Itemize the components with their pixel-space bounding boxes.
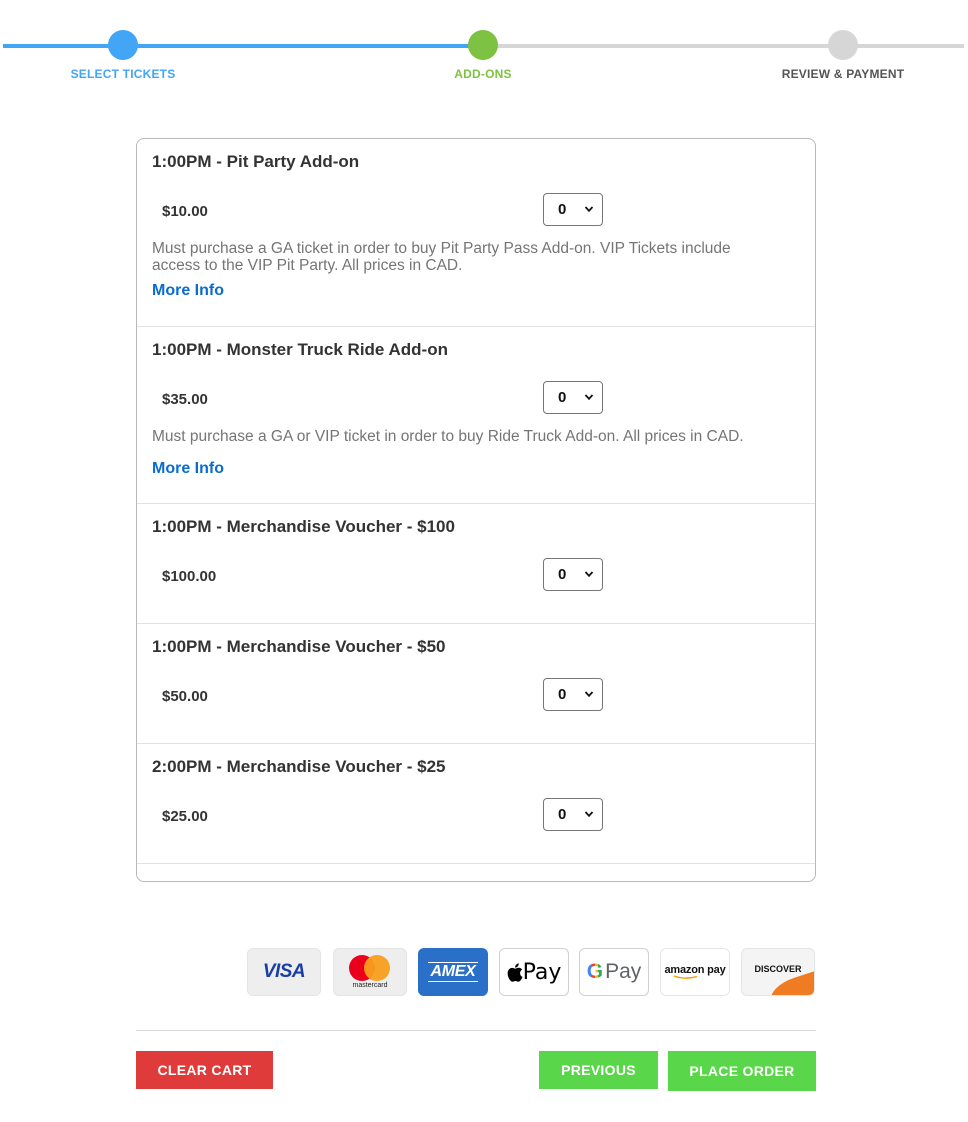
previous-button[interactable]: PREVIOUS [539, 1051, 658, 1089]
addon-item-pit-party: 1:00PM - Pit Party Add-on $10.00 0 Must … [137, 139, 815, 327]
quantity-value: 0 [558, 389, 567, 406]
chevron-down-icon [584, 691, 594, 698]
addon-price: $25.00 [162, 808, 208, 825]
quantity-select[interactable]: 0 [543, 558, 603, 591]
addon-title: 1:00PM - Merchandise Voucher - $50 [152, 637, 446, 656]
footer-divider [136, 1030, 816, 1031]
place-order-button[interactable]: PLACE ORDER [668, 1051, 816, 1091]
step-label-review-payment: REVIEW & PAYMENT [781, 67, 905, 81]
amex-icon: AMEX [418, 948, 488, 996]
quantity-value: 0 [558, 566, 567, 583]
clear-cart-button[interactable]: CLEAR CART [136, 1051, 273, 1089]
step-label-add-ons: ADD-ONS [454, 67, 512, 81]
quantity-select[interactable]: 0 [543, 798, 603, 831]
more-info-link[interactable]: More Info [152, 460, 224, 478]
quantity-value: 0 [558, 201, 567, 218]
discover-logo-text: DISCOVER [754, 964, 802, 974]
chevron-down-icon [584, 394, 594, 401]
step-label-select-tickets[interactable]: SELECT TICKETS [23, 67, 223, 81]
addon-price: $100.00 [162, 568, 217, 585]
quantity-value: 0 [558, 686, 567, 703]
google-g-logo: G [586, 960, 604, 983]
checkout-stepper: SELECT TICKETS ADD-ONS REVIEW & PAYMENT [0, 0, 968, 100]
amazon-pay-icon: amazon pay [660, 948, 730, 996]
mastercard-logo-text: mastercard [352, 982, 388, 989]
addon-price: $10.00 [162, 203, 208, 220]
mastercard-icon: mastercard [333, 948, 407, 996]
quantity-select[interactable]: 0 [543, 678, 603, 711]
step-indicator-review-payment [828, 30, 858, 60]
more-info-link[interactable]: More Info [152, 282, 224, 300]
apple-logo-icon [507, 962, 523, 982]
google-pay-text: Pay [605, 960, 642, 983]
step-indicator-select-tickets[interactable] [108, 30, 138, 60]
amazon-smile-icon [673, 975, 698, 979]
addon-description: Must purchase a GA ticket in order to bu… [152, 240, 731, 274]
addon-title: 1:00PM - Monster Truck Ride Add-on [152, 340, 448, 359]
addon-title: 2:00PM - Merchandise Voucher - $25 [152, 757, 446, 776]
payment-methods: VISA mastercard AMEX Pay G Pay amazon pa… [0, 948, 968, 998]
addon-item-voucher-25: 2:00PM - Merchandise Voucher - $25 $25.0… [137, 744, 815, 864]
step-indicator-add-ons [468, 30, 498, 60]
addon-item-voucher-50: 1:00PM - Merchandise Voucher - $50 $50.0… [137, 624, 815, 744]
addon-description: Must purchase a GA or VIP ticket in orde… [152, 428, 744, 445]
apple-pay-icon: Pay [499, 948, 569, 996]
addon-item-monster-truck-ride: 1:00PM - Monster Truck Ride Add-on $35.0… [137, 327, 815, 504]
discover-icon: DISCOVER [741, 948, 815, 996]
addon-title: 1:00PM - Merchandise Voucher - $100 [152, 517, 455, 536]
apple-pay-text: Pay [522, 959, 562, 985]
quantity-select[interactable]: 0 [543, 193, 603, 226]
addon-price: $35.00 [162, 391, 208, 408]
visa-icon: VISA [247, 948, 321, 996]
quantity-value: 0 [558, 806, 567, 823]
addon-item-voucher-100: 1:00PM - Merchandise Voucher - $100 $100… [137, 504, 815, 624]
chevron-down-icon [584, 571, 594, 578]
progress-track-complete [3, 44, 483, 48]
addons-list[interactable]: 1:00PM - Pit Party Add-on $10.00 0 Must … [136, 138, 816, 882]
chevron-down-icon [584, 811, 594, 818]
addon-price: $50.00 [162, 688, 208, 705]
progress-track-remaining [483, 44, 964, 48]
chevron-down-icon [584, 206, 594, 213]
amex-logo-text: AMEX [428, 962, 478, 982]
google-pay-icon: G Pay [579, 948, 649, 996]
visa-logo-text: VISA [262, 961, 306, 982]
addon-title: 1:00PM - Pit Party Add-on [152, 152, 360, 171]
quantity-select[interactable]: 0 [543, 381, 603, 414]
